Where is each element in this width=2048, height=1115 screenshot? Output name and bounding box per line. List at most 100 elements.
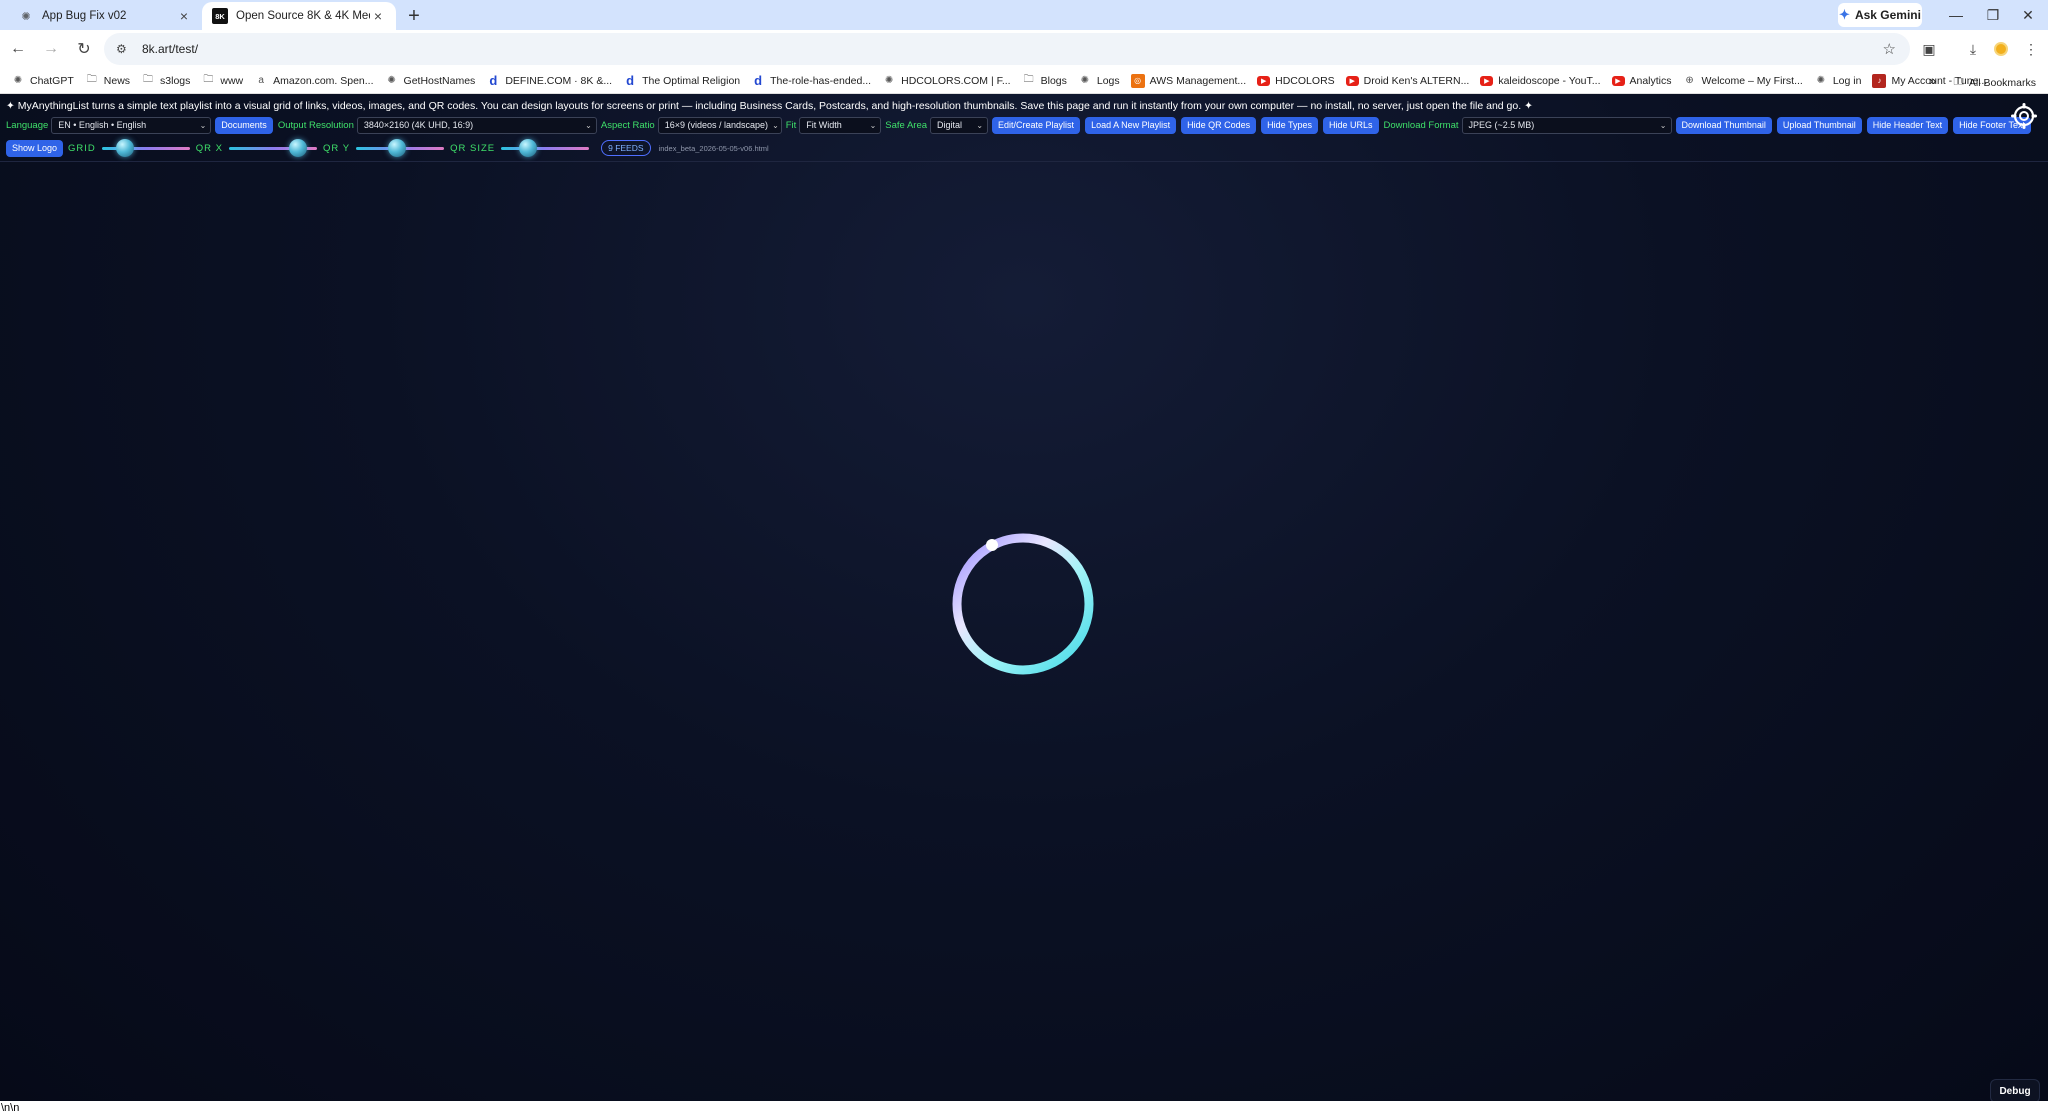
bookmark-label: Logs	[1096, 74, 1120, 87]
upload-thumbnail-button[interactable]: Upload Thumbnail	[1776, 116, 1862, 134]
bookmark-item[interactable]: 🗀 s3logs	[141, 74, 190, 88]
slider-track	[501, 147, 590, 150]
folder-icon: 🗀	[1023, 74, 1034, 85]
settings-gear-icon[interactable]	[2011, 103, 2037, 129]
forward-icon[interactable]: →	[36, 34, 66, 64]
download-icon[interactable]: ⤓	[1958, 34, 1988, 64]
edit-create-playlist-button[interactable]: Edit/Create Playlist	[992, 116, 1081, 134]
bookmarks-overflow-icon[interactable]: »	[1929, 73, 1936, 88]
qr-size-slider[interactable]	[501, 139, 590, 157]
qr-y-label: QR Y	[323, 142, 351, 154]
youtube-icon: ▶	[1611, 75, 1625, 86]
hide-types-button[interactable]: Hide Types	[1261, 116, 1318, 134]
youtube-icon: ▶	[1345, 75, 1359, 86]
hide-urls-button[interactable]: Hide URLs	[1323, 116, 1379, 134]
fit-select[interactable]: Fit Width ⌄	[799, 116, 882, 134]
show-logo-button[interactable]: Show Logo	[6, 139, 64, 157]
minimize-icon[interactable]: —	[1938, 0, 1974, 30]
safe-area-label: Safe Area	[885, 119, 928, 131]
load-new-playlist-button[interactable]: Load A New Playlist	[1085, 116, 1177, 134]
folder-icon: 🗀	[203, 74, 214, 85]
bookmark-item[interactable]: 🗀 www	[201, 74, 243, 88]
bookmark-item[interactable]: ✺ Log in	[1814, 74, 1862, 88]
filename-text: index_beta_2026-05-05-v06.html	[658, 143, 769, 153]
output-resolution-select[interactable]: 3840×2160 (4K UHD, 16:9) ⌄	[356, 116, 597, 134]
slider-track	[101, 147, 190, 150]
slider-handle[interactable]	[518, 139, 537, 157]
close-icon[interactable]: ×	[176, 8, 192, 24]
openai-icon: ✺	[13, 75, 23, 86]
close-icon[interactable]: ×	[370, 8, 386, 24]
documents-button[interactable]: Documents	[215, 116, 273, 134]
bookmark-item[interactable]: ✺ HDCOLORS.COM | F...	[882, 74, 1011, 88]
bookmark-label: HDCOLORS.COM | F...	[901, 74, 1011, 87]
aspect-ratio-label: Aspect Ratio	[600, 119, 655, 131]
bookmark-item[interactable]: ◎ AWS Management...	[1130, 73, 1246, 88]
kebab-menu-icon[interactable]: ⋮	[2016, 34, 2046, 64]
download-format-label: Download Format	[1383, 119, 1459, 131]
address-bar[interactable]: ⚙ 8k.art/test/ ☆	[104, 33, 1910, 65]
bookmark-item[interactable]: ▶ Droid Ken's ALTERN...	[1345, 75, 1469, 87]
qr-x-slider[interactable]	[229, 139, 318, 157]
bookmarks-bar: ✺ ChatGPT 🗀 News 🗀 s3logs 🗀 www a Amazon.com. Spe…	[0, 68, 2048, 94]
bookmark-item[interactable]: d The Optimal Religion	[623, 73, 740, 88]
controls-row-2: Show Logo GRID QR X QR Y QR SIZE 9 FEEDS…	[6, 139, 769, 157]
download-thumbnail-button[interactable]: Download Thumbnail	[1675, 116, 1772, 134]
bookmark-item[interactable]: ✺ GetHostNames	[385, 74, 475, 88]
bookmark-star-icon[interactable]: ☆	[1883, 40, 1896, 58]
bookmark-item[interactable]: ▶ Analytics	[1611, 75, 1672, 87]
bookmark-item[interactable]: ▶ HDCOLORS	[1257, 75, 1335, 87]
restore-icon[interactable]: ❐	[1975, 0, 2011, 30]
feeds-badge[interactable]: 9 FEEDS	[601, 140, 651, 156]
tab-strip: ✺ App Bug Fix v02 × 8K Open Source 8K & …	[0, 0, 2048, 30]
bookmark-item[interactable]: a Amazon.com. Spen...	[254, 74, 373, 88]
8k-logo-icon: 8K	[212, 8, 228, 24]
bookmark-item[interactable]: ▶ kaleidoscope - YouT...	[1480, 75, 1601, 87]
hide-qr-codes-button[interactable]: Hide QR Codes	[1181, 116, 1257, 134]
youtube-icon: ▶	[1480, 75, 1494, 86]
bookmark-item[interactable]: ✺ ChatGPT	[11, 74, 74, 88]
chevron-down-icon: ⌄	[869, 120, 877, 130]
language-select[interactable]: EN • English • English ⌄	[51, 116, 212, 134]
tab-title: Open Source 8K & 4K Media W	[236, 10, 370, 22]
bookmark-item[interactable]: ⊕ Welcome – My First...	[1683, 74, 1803, 88]
bookmark-item[interactable]: 🗀 Blogs	[1022, 74, 1067, 88]
bookmark-item[interactable]: d DEFINE.COM · 8K &...	[486, 73, 612, 88]
download-format-select[interactable]: JPEG (~2.5 MB) ⌄	[1461, 116, 1672, 134]
output-resolution-value: 3840×2160 (4K UHD, 16:9)	[363, 120, 474, 130]
grid-slider[interactable]	[101, 139, 190, 157]
debug-button[interactable]: Debug	[1990, 1079, 2040, 1103]
slider-handle[interactable]	[115, 139, 134, 157]
output-resolution-label: Output Resolution	[277, 119, 354, 131]
slider-handle[interactable]	[288, 139, 307, 157]
slider-handle[interactable]	[387, 139, 406, 157]
profile-avatar-icon[interactable]	[1986, 34, 2016, 64]
tab-app-bug-fix[interactable]: ✺ App Bug Fix v02 ×	[8, 2, 202, 30]
site-info-icon[interactable]: ⚙	[116, 42, 134, 56]
bookmark-item[interactable]: 🗀 News	[85, 74, 130, 88]
ask-gemini-button[interactable]: ✦ Ask Gemini	[1838, 3, 1922, 27]
loading-spinner-icon	[951, 532, 1095, 676]
tab-open-source-8k[interactable]: 8K Open Source 8K & 4K Media W ×	[202, 2, 396, 30]
openai-icon: ✺	[387, 75, 396, 86]
safe-area-select[interactable]: Digital ⌄	[930, 116, 989, 134]
safe-area-value: Digital	[937, 120, 963, 130]
bookmark-label: The-role-has-ended...	[770, 74, 872, 87]
url-text[interactable]: 8k.art/test/	[142, 42, 198, 56]
qr-y-slider[interactable]	[356, 139, 445, 157]
reading-list-icon[interactable]: ▣	[1914, 34, 1944, 64]
reload-icon[interactable]: ↻	[69, 34, 99, 64]
all-bookmarks-button[interactable]: 🗀 All Bookmarks	[1953, 74, 2036, 92]
new-tab-button[interactable]: +	[400, 2, 428, 30]
wordpress-icon: ⊕	[1685, 75, 1694, 86]
openai-icon: ✺	[884, 75, 894, 86]
aspect-ratio-select[interactable]: 16×9 (videos / landscape) ⌄	[657, 116, 782, 134]
back-icon[interactable]: ←	[3, 34, 33, 64]
bookmark-item[interactable]: d The-role-has-ended...	[751, 73, 872, 88]
bookmark-item[interactable]: ✺ Logs	[1078, 74, 1120, 88]
folder-icon: 🗀	[86, 74, 97, 85]
window-close-icon[interactable]: ✕	[2010, 0, 2046, 30]
chevron-down-icon: ⌄	[772, 120, 779, 130]
browser-toolbar: ← → ↻ ⚙ 8k.art/test/ ☆ ▣ ⤓ ⋮	[0, 30, 2048, 68]
hide-header-text-button[interactable]: Hide Header Text	[1866, 116, 1949, 134]
